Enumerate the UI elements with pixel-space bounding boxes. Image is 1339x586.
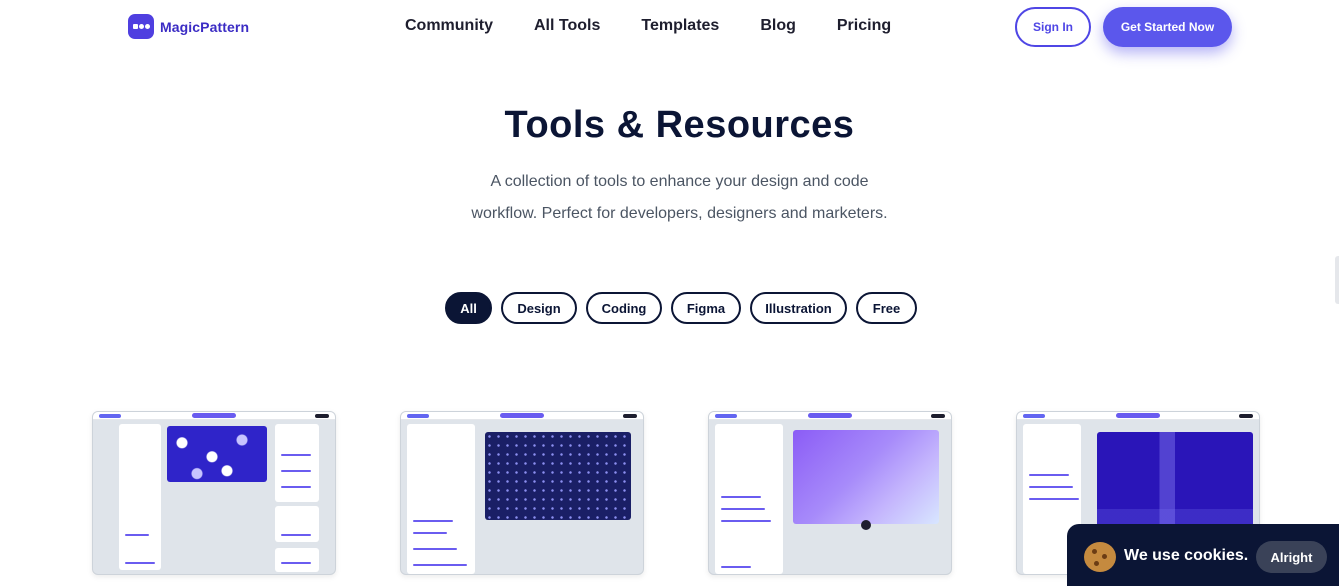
card-toolbar [401,412,643,420]
card-preview-canvas [167,426,267,482]
filter-chips: All Design Coding Figma Illustration Fre… [445,292,926,324]
card-right-panel [275,424,319,502]
card-toolbar [93,412,335,420]
card-left-panel [715,424,783,574]
card-right-panel-3 [275,548,319,572]
logo-text: MagicPattern [160,18,250,35]
filter-all[interactable]: All [445,292,492,324]
nav-templates[interactable]: Templates [641,17,719,35]
filter-figma[interactable]: Figma [671,292,741,324]
subtitle-line-2: workflow. Perfect for developers, design… [471,205,888,222]
tool-card-pattern-generator[interactable] [92,411,336,575]
card-preview-canvas [793,430,939,524]
filter-coding[interactable]: Coding [586,292,662,324]
get-started-button[interactable]: Get Started Now [1103,7,1232,47]
generate-icon [861,520,871,530]
card-left-panel [119,424,161,570]
logo[interactable]: MagicPattern [128,14,249,39]
tool-card-icon-pattern[interactable] [400,411,644,575]
card-toolbar [709,412,951,420]
cookie-banner: We use cookies. Alright [1067,524,1339,586]
filter-illustration[interactable]: Illustration [750,292,847,324]
cookie-icon [1084,542,1116,572]
nav-blog[interactable]: Blog [760,17,796,35]
card-left-panel [407,424,475,574]
nav-pricing[interactable]: Pricing [837,17,891,35]
cookie-accept-button[interactable]: Alright [1256,541,1327,573]
cookie-message: We use cookies. [1124,547,1249,564]
filter-free[interactable]: Free [856,292,917,324]
card-right-panel-2 [275,506,319,542]
nav-community[interactable]: Community [405,17,493,35]
page-subtitle: A collection of tools to enhance your de… [0,166,1339,230]
main-nav: Community All Tools Templates Blog Prici… [405,17,891,35]
tool-card-gradient-generator[interactable] [708,411,952,575]
nav-all-tools[interactable]: All Tools [534,17,600,35]
side-tab[interactable] [1335,256,1339,304]
sign-in-button[interactable]: Sign In [1015,7,1091,47]
site-header: MagicPattern Community All Tools Templat… [0,0,1339,54]
logo-icon [128,14,154,39]
card-toolbar [1017,412,1259,420]
page-title: Tools & Resources [504,104,855,146]
filter-design[interactable]: Design [501,292,577,324]
card-preview-canvas [485,432,631,520]
subtitle-line-1: A collection of tools to enhance your de… [490,173,869,190]
